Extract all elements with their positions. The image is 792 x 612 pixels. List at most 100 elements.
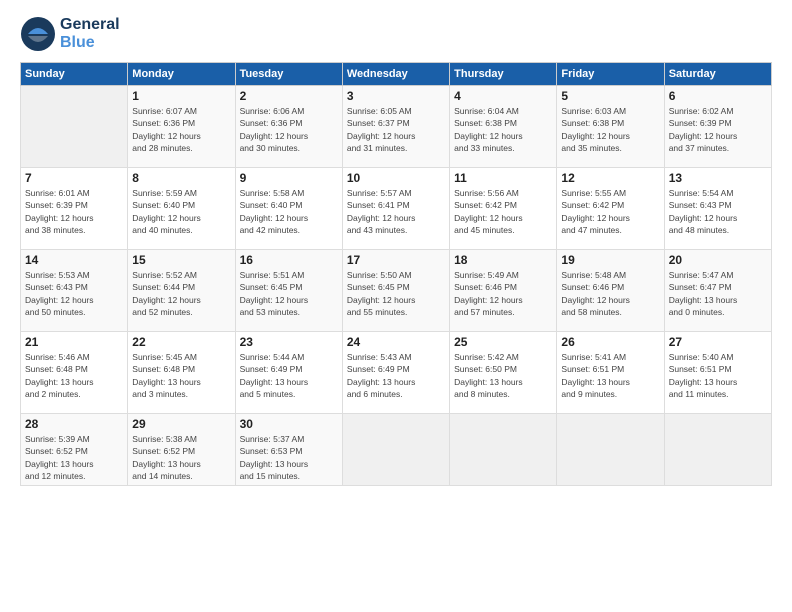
day-info: Sunrise: 5:41 AMSunset: 6:51 PMDaylight:… (561, 351, 659, 400)
day-number: 9 (240, 171, 338, 185)
calendar-cell: 5 Sunrise: 6:03 AMSunset: 6:38 PMDaylight… (557, 86, 664, 168)
calendar-cell: 17 Sunrise: 5:50 AMSunset: 6:45 PMDayligh… (342, 250, 449, 332)
calendar-cell (450, 414, 557, 486)
calendar-cell: 24 Sunrise: 5:43 AMSunset: 6:49 PMDayligh… (342, 332, 449, 414)
day-number: 28 (25, 417, 123, 431)
day-info: Sunrise: 5:43 AMSunset: 6:49 PMDaylight:… (347, 351, 445, 400)
day-number: 7 (25, 171, 123, 185)
calendar-cell (557, 414, 664, 486)
col-header-tuesday: Tuesday (235, 63, 342, 86)
calendar-cell: 22 Sunrise: 5:45 AMSunset: 6:48 PMDayligh… (128, 332, 235, 414)
logo-icon (20, 16, 56, 52)
calendar-cell: 11 Sunrise: 5:56 AMSunset: 6:42 PMDayligh… (450, 168, 557, 250)
day-info: Sunrise: 5:52 AMSunset: 6:44 PMDaylight:… (132, 269, 230, 318)
day-number: 24 (347, 335, 445, 349)
day-number: 12 (561, 171, 659, 185)
day-number: 13 (669, 171, 767, 185)
calendar-cell (21, 86, 128, 168)
day-info: Sunrise: 5:54 AMSunset: 6:43 PMDaylight:… (669, 187, 767, 236)
calendar-cell: 29 Sunrise: 5:38 AMSunset: 6:52 PMDayligh… (128, 414, 235, 486)
day-info: Sunrise: 6:03 AMSunset: 6:38 PMDaylight:… (561, 105, 659, 154)
day-info: Sunrise: 5:58 AMSunset: 6:40 PMDaylight:… (240, 187, 338, 236)
col-header-sunday: Sunday (21, 63, 128, 86)
day-info: Sunrise: 5:53 AMSunset: 6:43 PMDaylight:… (25, 269, 123, 318)
day-number: 26 (561, 335, 659, 349)
day-number: 20 (669, 253, 767, 267)
day-info: Sunrise: 5:37 AMSunset: 6:53 PMDaylight:… (240, 433, 338, 482)
day-number: 21 (25, 335, 123, 349)
day-number: 16 (240, 253, 338, 267)
day-number: 17 (347, 253, 445, 267)
calendar-week-5: 28Sunrise: 5:39 AMSunset: 6:52 PMDayligh… (21, 414, 772, 486)
calendar-cell: 3 Sunrise: 6:05 AMSunset: 6:37 PMDaylight… (342, 86, 449, 168)
day-number: 27 (669, 335, 767, 349)
day-number: 1 (132, 89, 230, 103)
day-info: Sunrise: 6:04 AMSunset: 6:38 PMDaylight:… (454, 105, 552, 154)
day-info: Sunrise: 5:40 AMSunset: 6:51 PMDaylight:… (669, 351, 767, 400)
day-number: 25 (454, 335, 552, 349)
calendar-cell: 13 Sunrise: 5:54 AMSunset: 6:43 PMDayligh… (664, 168, 771, 250)
calendar-week-3: 14 Sunrise: 5:53 AMSunset: 6:43 PMDayligh… (21, 250, 772, 332)
calendar-cell: 21 Sunrise: 5:46 AMSunset: 6:48 PMDayligh… (21, 332, 128, 414)
page: General Blue SundayMondayTuesdayWednesda… (0, 0, 792, 612)
day-info: Sunrise: 5:38 AMSunset: 6:52 PMDaylight:… (132, 433, 230, 482)
calendar-cell: 18 Sunrise: 5:49 AMSunset: 6:46 PMDayligh… (450, 250, 557, 332)
calendar-cell: 27 Sunrise: 5:40 AMSunset: 6:51 PMDayligh… (664, 332, 771, 414)
day-number: 5 (561, 89, 659, 103)
day-number: 10 (347, 171, 445, 185)
calendar-week-4: 21 Sunrise: 5:46 AMSunset: 6:48 PMDayligh… (21, 332, 772, 414)
calendar-cell: 2 Sunrise: 6:06 AMSunset: 6:36 PMDaylight… (235, 86, 342, 168)
day-number: 23 (240, 335, 338, 349)
day-number: 4 (454, 89, 552, 103)
day-number: 18 (454, 253, 552, 267)
calendar-cell: 9 Sunrise: 5:58 AMSunset: 6:40 PMDaylight… (235, 168, 342, 250)
calendar-cell (342, 414, 449, 486)
day-number: 30 (240, 417, 338, 431)
day-number: 14 (25, 253, 123, 267)
day-number: 29 (132, 417, 230, 431)
day-info: Sunrise: 5:44 AMSunset: 6:49 PMDaylight:… (240, 351, 338, 400)
day-number: 11 (454, 171, 552, 185)
calendar-cell: 25 Sunrise: 5:42 AMSunset: 6:50 PMDayligh… (450, 332, 557, 414)
calendar-cell: 10Sunrise: 5:57 AMSunset: 6:41 PMDayligh… (342, 168, 449, 250)
day-number: 3 (347, 89, 445, 103)
logo-blue: Blue (60, 34, 120, 52)
calendar-cell: 1Sunrise: 6:07 AMSunset: 6:36 PMDaylight… (128, 86, 235, 168)
day-info: Sunrise: 5:55 AMSunset: 6:42 PMDaylight:… (561, 187, 659, 236)
calendar-week-2: 7 Sunrise: 6:01 AMSunset: 6:39 PMDaylight… (21, 168, 772, 250)
day-info: Sunrise: 5:42 AMSunset: 6:50 PMDaylight:… (454, 351, 552, 400)
day-number: 22 (132, 335, 230, 349)
day-info: Sunrise: 6:05 AMSunset: 6:37 PMDaylight:… (347, 105, 445, 154)
calendar-cell: 14 Sunrise: 5:53 AMSunset: 6:43 PMDayligh… (21, 250, 128, 332)
day-info: Sunrise: 5:48 AMSunset: 6:46 PMDaylight:… (561, 269, 659, 318)
day-number: 19 (561, 253, 659, 267)
day-info: Sunrise: 6:06 AMSunset: 6:36 PMDaylight:… (240, 105, 338, 154)
day-info: Sunrise: 6:01 AMSunset: 6:39 PMDaylight:… (25, 187, 123, 236)
day-info: Sunrise: 5:50 AMSunset: 6:45 PMDaylight:… (347, 269, 445, 318)
day-info: Sunrise: 5:47 AMSunset: 6:47 PMDaylight:… (669, 269, 767, 318)
calendar-cell: 20 Sunrise: 5:47 AMSunset: 6:47 PMDayligh… (664, 250, 771, 332)
calendar-cell: 19 Sunrise: 5:48 AMSunset: 6:46 PMDayligh… (557, 250, 664, 332)
col-header-saturday: Saturday (664, 63, 771, 86)
header-row: SundayMondayTuesdayWednesdayThursdayFrid… (21, 63, 772, 86)
day-info: Sunrise: 5:45 AMSunset: 6:48 PMDaylight:… (132, 351, 230, 400)
col-header-monday: Monday (128, 63, 235, 86)
calendar-cell: 15 Sunrise: 5:52 AMSunset: 6:44 PMDayligh… (128, 250, 235, 332)
calendar-cell: 4 Sunrise: 6:04 AMSunset: 6:38 PMDaylight… (450, 86, 557, 168)
day-info: Sunrise: 5:56 AMSunset: 6:42 PMDaylight:… (454, 187, 552, 236)
day-number: 2 (240, 89, 338, 103)
day-info: Sunrise: 5:51 AMSunset: 6:45 PMDaylight:… (240, 269, 338, 318)
day-number: 8 (132, 171, 230, 185)
calendar-cell: 23 Sunrise: 5:44 AMSunset: 6:49 PMDayligh… (235, 332, 342, 414)
day-info: Sunrise: 5:46 AMSunset: 6:48 PMDaylight:… (25, 351, 123, 400)
calendar-cell: 6Sunrise: 6:02 AMSunset: 6:39 PMDaylight… (664, 86, 771, 168)
calendar-cell: 7 Sunrise: 6:01 AMSunset: 6:39 PMDaylight… (21, 168, 128, 250)
day-info: Sunrise: 5:49 AMSunset: 6:46 PMDaylight:… (454, 269, 552, 318)
calendar-cell: 30 Sunrise: 5:37 AMSunset: 6:53 PMDayligh… (235, 414, 342, 486)
col-header-thursday: Thursday (450, 63, 557, 86)
calendar-cell: 26 Sunrise: 5:41 AMSunset: 6:51 PMDayligh… (557, 332, 664, 414)
logo-text: General (60, 16, 120, 34)
day-number: 15 (132, 253, 230, 267)
logo: General Blue (20, 16, 120, 52)
calendar-cell: 8Sunrise: 5:59 AMSunset: 6:40 PMDaylight… (128, 168, 235, 250)
